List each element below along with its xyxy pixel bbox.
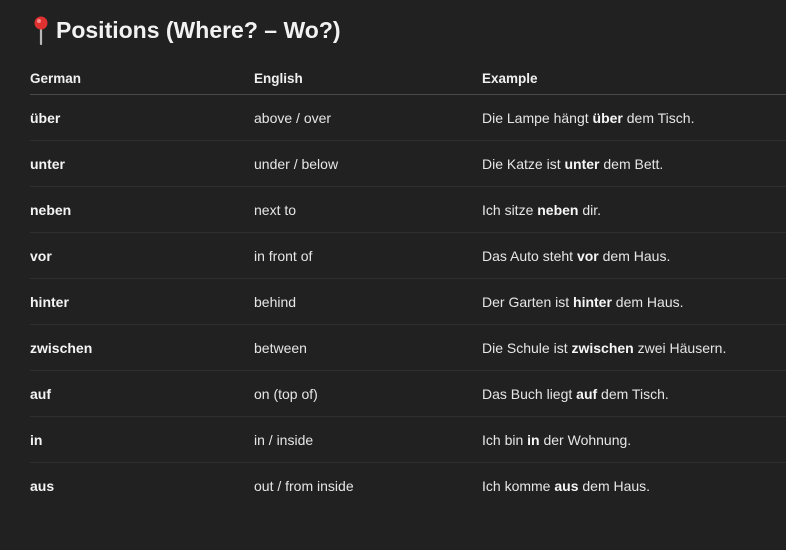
page-title: Positions (Where? – Wo?)	[30, 15, 341, 45]
example-text-before: Der Garten ist	[482, 293, 574, 310]
example-sentence-cell: Ich komme aus dem Haus.	[482, 478, 786, 494]
table-header-row: German English Example	[30, 62, 786, 95]
english-meaning-cell: out / from inside	[254, 477, 354, 494]
example-sentence-cell: Das Auto steht vor dem Haus.	[482, 248, 786, 264]
english-meaning-cell: between	[254, 339, 307, 356]
table-row: in in / inside Ich bin in der Wohnung.	[30, 417, 786, 463]
example-text-after: dem Haus.	[611, 293, 684, 310]
example-preposition: hinter	[573, 293, 612, 310]
english-meaning-cell: in / inside	[254, 431, 314, 448]
example-sentence-cell: Die Lampe hängt über dem Tisch.	[482, 110, 786, 126]
german-word-cell: zwischen	[30, 339, 93, 356]
example-sentence-cell: Das Buch liegt auf dem Tisch.	[482, 386, 786, 402]
example-text-before: Die Schule ist	[482, 339, 572, 356]
example-preposition: über	[592, 109, 623, 126]
example-preposition: neben	[537, 201, 579, 218]
example-text-before: Ich bin	[482, 431, 528, 448]
page-title-text: Positions (Where? – Wo?)	[56, 16, 341, 43]
table-row: zwischen between Die Schule ist zwischen z…	[30, 325, 786, 371]
example-text-after: dem Bett.	[599, 155, 664, 172]
english-meaning-cell: above / over	[254, 109, 332, 126]
english-meaning-cell: under / below	[254, 155, 339, 172]
example-text-before: Das Buch liegt	[482, 385, 577, 402]
example-sentence-cell: Die Schule ist zwischen zwei Häusern.	[482, 340, 786, 356]
english-meaning-cell: in front of	[254, 247, 313, 264]
example-text-after: dir.	[578, 201, 602, 218]
example-text-before: Die Katze ist	[482, 155, 565, 172]
table-body: über above / over Die Lampe hängt über dem…	[30, 95, 786, 508]
example-preposition: vor	[576, 247, 599, 264]
column-header-english: English	[254, 70, 303, 86]
table-row: unter under / below Die Katze ist unter de…	[30, 141, 786, 187]
example-text-before: Das Auto steht	[482, 247, 577, 264]
english-meaning-cell: next to	[254, 201, 297, 218]
table-row: auf on (top of) Das Buch liegt auf dem Tis…	[30, 371, 786, 417]
example-preposition: unter	[564, 155, 600, 172]
german-word-cell: neben	[30, 201, 72, 218]
german-word-cell: unter	[30, 155, 65, 172]
german-word-cell: über	[30, 109, 61, 126]
example-preposition: zwischen	[571, 339, 634, 356]
table-row: hinter behind Der Garten ist hinter dem Ha…	[30, 279, 786, 325]
english-meaning-cell: behind	[254, 293, 297, 310]
example-text-before: Ich komme	[482, 477, 555, 494]
round-pushpin-icon	[34, 16, 48, 45]
example-text-after: der Wohnung.	[539, 431, 632, 448]
example-text-after: dem Tisch.	[622, 109, 695, 126]
table-row: vor in front of Das Auto steht vor dem Hau…	[30, 233, 786, 279]
example-sentence-cell: Die Katze ist unter dem Bett.	[482, 156, 786, 172]
german-word-cell: auf	[30, 385, 51, 402]
example-text-after: zwei Häusern.	[633, 339, 727, 356]
prepositions-table: German English Example über above / over D…	[30, 62, 786, 508]
column-header-example: Example	[482, 70, 538, 86]
example-sentence-cell: Ich bin in der Wohnung.	[482, 432, 786, 448]
german-word-cell: aus	[30, 477, 55, 494]
example-text-after: dem Haus.	[578, 477, 651, 494]
german-word-cell: vor	[30, 247, 52, 264]
example-text-before: Die Lampe hängt	[482, 109, 593, 126]
example-text-before: Ich sitze	[482, 201, 538, 218]
example-preposition: aus	[554, 477, 579, 494]
german-word-cell: in	[30, 431, 43, 448]
column-header-german: German	[30, 70, 82, 86]
english-meaning-cell: on (top of)	[254, 385, 318, 402]
example-text-after: dem Haus.	[598, 247, 671, 264]
table-row: über above / over Die Lampe hängt über dem…	[30, 95, 786, 141]
german-word-cell: hinter	[30, 293, 69, 310]
example-sentence-cell: Der Garten ist hinter dem Haus.	[482, 294, 786, 310]
table-row: aus out / from inside Ich komme aus dem Ha…	[30, 463, 786, 508]
table-row: neben next to Ich sitze neben dir.	[30, 187, 786, 233]
example-text-after: dem Tisch.	[597, 385, 669, 402]
example-preposition: auf	[576, 385, 598, 402]
example-sentence-cell: Ich sitze neben dir.	[482, 202, 786, 218]
example-preposition: in	[527, 431, 540, 448]
